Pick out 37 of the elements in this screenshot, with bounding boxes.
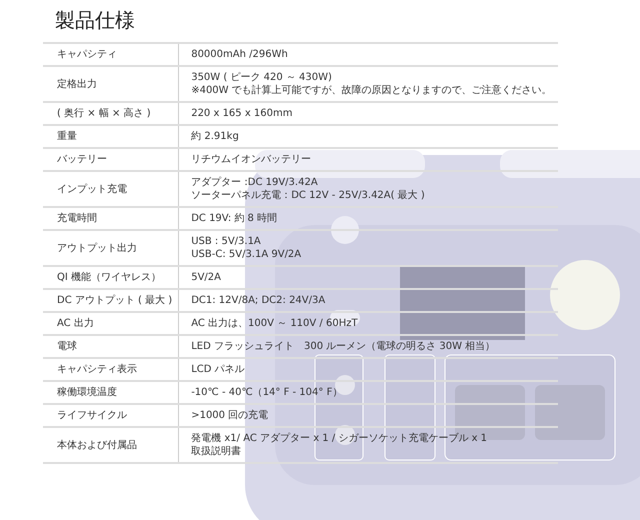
spec-label: ( 奥行 × 幅 × 高さ ) (57, 108, 151, 119)
spec-value: LED フラッシュライト 300 ルーメン（電球の明るさ 30W 相当） (191, 340, 496, 353)
spec-label: 重量 (57, 131, 77, 142)
spec-label: 本体および付属品 (57, 440, 137, 450)
spec-label: アウトプット出力 (57, 242, 137, 254)
spec-label: QI 機能（ワイヤレス） (57, 272, 161, 283)
spec-label: インプット充電 (57, 184, 127, 194)
spec-value: USB : 5V/3.1A (191, 235, 262, 248)
spec-label: バッテリー (57, 154, 107, 165)
spec-value: ※400W でも計算上可能ですが、故障の原因となりますので、ご注意ください。 (191, 84, 552, 97)
spec-value: 発電機 x1/ AC アダプター x 1 / シガーソケット充電ケーブル x 1 (191, 432, 488, 445)
spec-value: DC 19V: 約 8 時間 (191, 212, 278, 225)
spec-value: 220 x 165 x 160mm (191, 107, 294, 120)
spec-value: 約 2.91kg (191, 130, 240, 143)
spec-value: アダプター :DC 19V/3.42A (191, 176, 319, 189)
spec-label: 電球 (57, 341, 77, 352)
spec-value: USB-C: 5V/3.1A 9V/2A (191, 248, 302, 261)
spec-value: -10℃ - 40℃（14° F - 104° F） (191, 386, 344, 399)
section-title: 製品仕様 (55, 8, 136, 32)
spec-label: AC 出力 (57, 318, 94, 329)
spec-value: リチウムイオンバッテリー (191, 153, 312, 166)
spec-label: 稼働環境温度 (57, 387, 117, 398)
spec-value: DC1: 12V/8A; DC2: 24V/3A (191, 294, 326, 307)
spec-label: キャパシティ (57, 49, 117, 60)
spec-value: 取扱説明書 (191, 445, 242, 458)
spec-value: ソーターパネル充電：DC 12V - 25V/3.42A( 最大 ) (191, 189, 426, 202)
spec-value: 350W ( ピーク 420 ～ 430W) (191, 71, 333, 84)
spec-value: >1000 回の充電 (191, 409, 270, 422)
spec-value: AC 出力は、100V ～ 110V / 60HzT (191, 317, 359, 330)
spec-label: キャパシティ表示 (57, 364, 137, 375)
spec-label: ライフサイクル (57, 410, 127, 421)
spec-value: LCD パネル (191, 363, 246, 376)
spec-label: 定格出力 (57, 78, 97, 90)
spec-label: DC アウトプット ( 最大 ) (57, 295, 172, 306)
spec-value: 5V/2A (191, 271, 222, 284)
spec-label: 充電時間 (57, 213, 97, 224)
spec-value: 80000mAh /296Wh (191, 48, 289, 61)
